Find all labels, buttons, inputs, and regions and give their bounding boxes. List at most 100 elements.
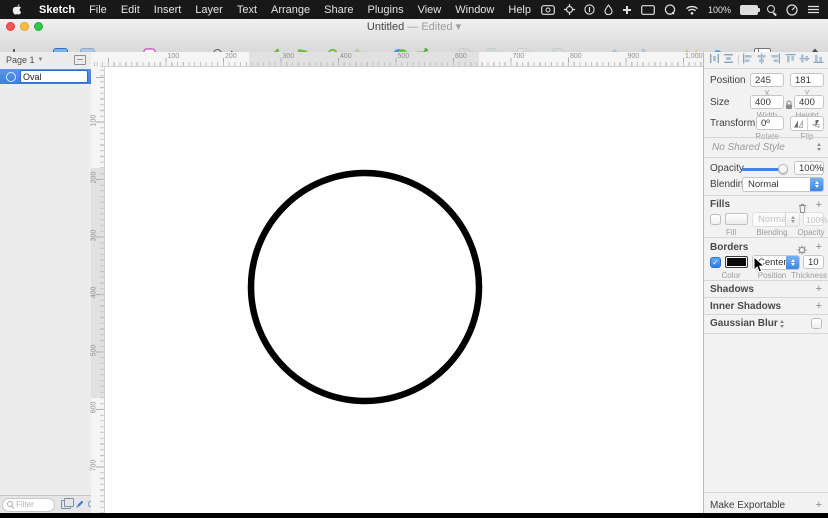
- filter-box[interactable]: [2, 498, 55, 512]
- document-title: Untitled: [367, 21, 404, 33]
- fill-blending-select: Normal: [752, 212, 800, 227]
- inner-shadows-section-title: Inner Shadows: [710, 301, 781, 312]
- oval-layer-icon: [6, 72, 16, 82]
- menu-item-text[interactable]: Text: [237, 4, 257, 16]
- document-edited-status: — Edited ▾: [407, 21, 461, 33]
- blending-select[interactable]: Normal: [742, 177, 824, 192]
- menu-item-file[interactable]: File: [89, 4, 107, 16]
- oval-shape[interactable]: [91, 52, 703, 513]
- menu-item-window[interactable]: Window: [455, 4, 494, 16]
- menu-item-insert[interactable]: Insert: [154, 4, 182, 16]
- plus-menu-icon[interactable]: [622, 5, 632, 15]
- add-inner-shadow-icon[interactable]: +: [816, 300, 822, 312]
- alignment-toolbar: [704, 54, 828, 66]
- gaussian-blur-title: Gaussian Blur: [710, 318, 778, 329]
- screen-record-icon[interactable]: [541, 5, 555, 15]
- ruler-h-label: 400: [340, 53, 352, 60]
- size-height-field[interactable]: 400: [794, 95, 824, 109]
- menu-item-edit[interactable]: Edit: [121, 4, 140, 16]
- menubar: Sketch File Edit Insert Layer Text Arran…: [0, 0, 828, 19]
- vertical-ruler: 100200300400500600700: [91, 66, 105, 513]
- ruler-h-label: 900: [628, 53, 640, 60]
- align-bottom-icon[interactable]: [813, 51, 824, 69]
- flip-buttons: [790, 116, 824, 131]
- make-exportable-button[interactable]: Make Exportable: [710, 500, 785, 511]
- menu-item-layer[interactable]: Layer: [195, 4, 223, 16]
- notification-center-icon[interactable]: [807, 5, 820, 14]
- apple-menu-icon[interactable]: [11, 3, 22, 16]
- align-right-icon[interactable]: [770, 51, 781, 69]
- menu-item-sketch[interactable]: Sketch: [39, 4, 75, 16]
- align-top-icon[interactable]: [785, 51, 796, 69]
- position-x-field[interactable]: 245: [750, 73, 784, 87]
- shared-style-stepper-icon[interactable]: [817, 143, 821, 151]
- page-label[interactable]: Page 1: [6, 55, 35, 65]
- spotlight-icon[interactable]: [767, 5, 777, 15]
- minimize-window-button[interactable]: [20, 22, 29, 31]
- canvas[interactable]: 1002003004005006007008009001,000 100 200 3…: [91, 52, 703, 513]
- rotate-field[interactable]: 0º: [756, 116, 784, 130]
- opacity-value-field[interactable]: 100%: [794, 161, 824, 175]
- fills-section-title: Fills: [710, 199, 730, 210]
- fill-blending-sublabel: Blending: [752, 228, 792, 237]
- border-position-sublabel: Position: [752, 271, 792, 280]
- gaussian-blur-stepper-icon[interactable]: [780, 320, 784, 328]
- add-shadow-icon[interactable]: +: [816, 283, 822, 295]
- menu-item-share[interactable]: Share: [324, 4, 353, 16]
- flip-horizontal-button[interactable]: [791, 117, 807, 130]
- menu-item-arrange[interactable]: Arrange: [271, 4, 310, 16]
- display-window-icon[interactable]: [641, 5, 655, 15]
- fill-opacity-sublabel: Opacity: [794, 228, 828, 237]
- menu-item-help[interactable]: Help: [508, 4, 531, 16]
- ruler-h-label: 200: [225, 53, 237, 60]
- make-exportable-plus-icon[interactable]: +: [816, 499, 822, 511]
- filter-search-icon: [7, 501, 15, 509]
- size-width-field[interactable]: 400: [750, 95, 784, 109]
- menu-item-plugins[interactable]: Plugins: [368, 4, 404, 16]
- drop-icon[interactable]: [604, 4, 613, 15]
- page-header[interactable]: Page 1 ▼: [0, 52, 91, 68]
- layer-row-oval[interactable]: [0, 69, 91, 84]
- border-thickness-field[interactable]: 10: [803, 255, 824, 269]
- add-border-icon[interactable]: +: [816, 241, 822, 253]
- settings-gear-icon[interactable]: [564, 4, 575, 15]
- shared-style-select[interactable]: No Shared Style: [712, 142, 785, 153]
- fill-enabled-checkbox[interactable]: [710, 214, 721, 225]
- distribute-vertically-icon[interactable]: [723, 51, 734, 69]
- border-color-swatch[interactable]: [725, 256, 748, 268]
- layer-name-input[interactable]: [20, 70, 88, 83]
- ruler-v-label: 100: [91, 106, 98, 134]
- border-enabled-checkbox[interactable]: [710, 257, 721, 268]
- align-left-icon[interactable]: [742, 51, 753, 69]
- border-position-stepper-icon[interactable]: [786, 256, 799, 269]
- position-y-field[interactable]: 181: [790, 73, 824, 87]
- fill-color-swatch[interactable]: [725, 213, 748, 225]
- distribute-horizontally-icon[interactable]: [709, 51, 720, 69]
- q-circle-icon[interactable]: [664, 4, 676, 16]
- filter-input[interactable]: [16, 500, 54, 509]
- blending-stepper-icon[interactable]: [810, 178, 823, 191]
- page-panel-icon[interactable]: [74, 55, 86, 65]
- menubar-status-area: 100%: [541, 4, 828, 16]
- siri-clock-icon[interactable]: [786, 4, 798, 16]
- borders-section-title: Borders: [710, 242, 748, 253]
- ruler-v-label: 300: [91, 221, 98, 249]
- align-middle-vertical-icon[interactable]: [799, 51, 810, 69]
- ruler-v-label: 700: [91, 451, 98, 479]
- add-fill-icon[interactable]: +: [816, 199, 822, 211]
- flip-vertical-button[interactable]: [808, 117, 824, 130]
- opacity-slider-knob[interactable]: [778, 164, 788, 174]
- zoom-window-button[interactable]: [34, 22, 43, 31]
- bottom-black-strip: [0, 513, 828, 518]
- pages-toggle-icon[interactable]: [61, 500, 71, 509]
- border-position-select[interactable]: Center: [752, 255, 800, 270]
- menu-item-view[interactable]: View: [418, 4, 442, 16]
- pencil-icon[interactable]: [75, 496, 84, 514]
- horizontal-ruler: 1002003004005006007008009001,000: [91, 52, 703, 67]
- gaussian-blur-checkbox[interactable]: [811, 318, 822, 329]
- align-center-horizontal-icon[interactable]: [756, 51, 767, 69]
- ruler-v-label: 400: [91, 279, 98, 307]
- close-window-button[interactable]: [6, 22, 15, 31]
- wifi-icon[interactable]: [685, 5, 699, 15]
- info-circle-icon[interactable]: [584, 4, 595, 15]
